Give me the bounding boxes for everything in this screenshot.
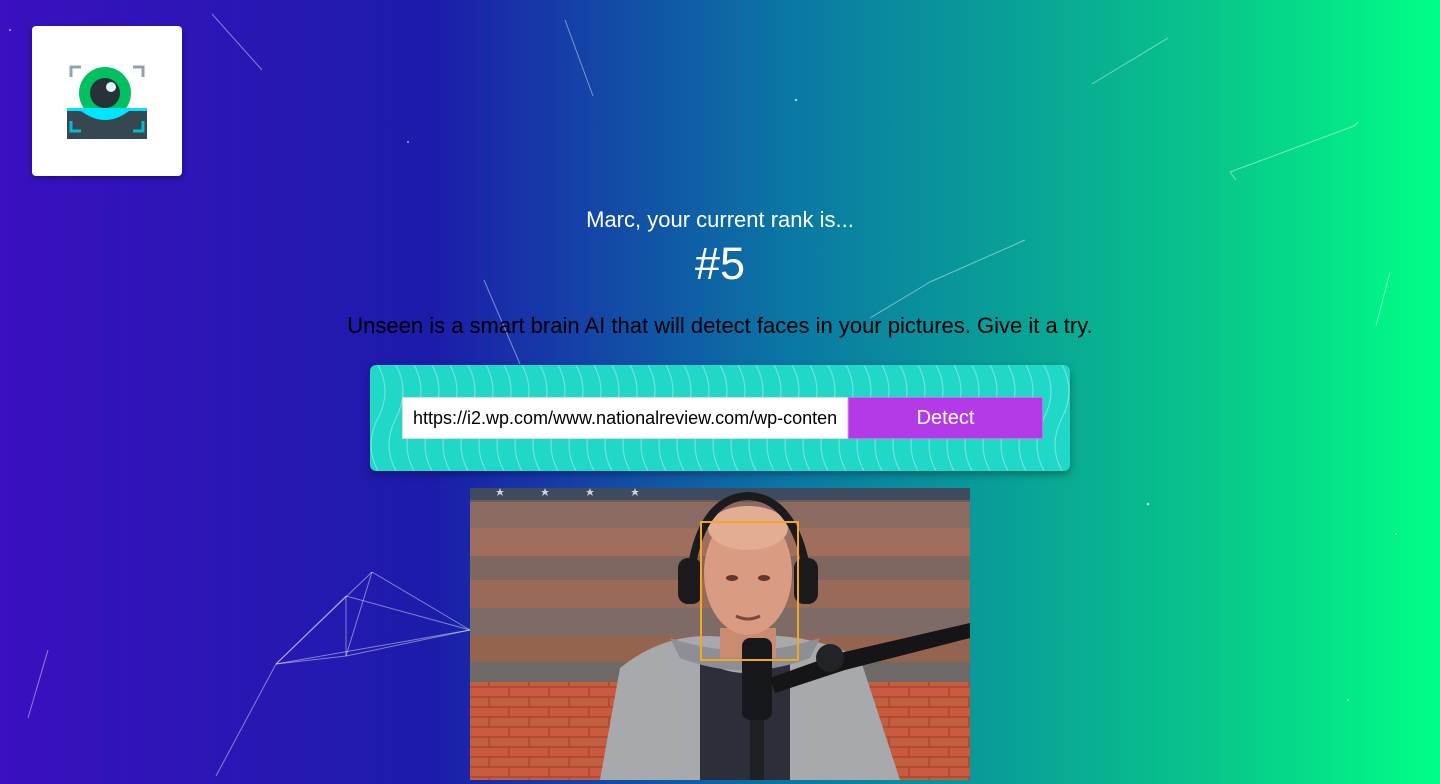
wave-line [388, 365, 404, 471]
app-description: Unseen is a smart brain AI that will det… [347, 313, 1093, 338]
wave-line [1054, 365, 1070, 471]
detect-form: Detect [370, 365, 1070, 471]
face-bounding-box [700, 521, 799, 661]
logo-card[interactable] [32, 26, 182, 176]
detect-button[interactable]: Detect [848, 397, 1043, 439]
rank-intro: Marc, your current rank is... [586, 207, 854, 232]
wave-line [370, 365, 386, 471]
result-image [470, 488, 970, 780]
eye-scan-icon [67, 65, 147, 139]
rank-value: #5 [694, 238, 746, 289]
image-url-input[interactable] [402, 397, 848, 439]
